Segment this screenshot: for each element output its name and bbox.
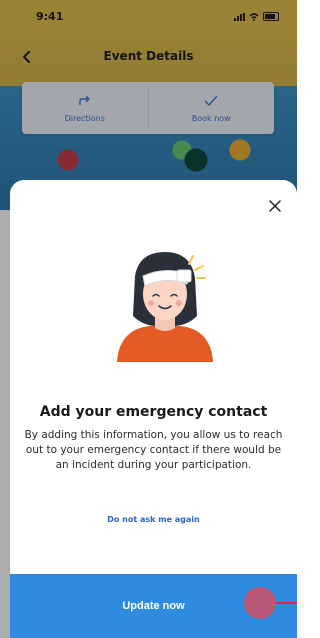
touch-trail <box>276 602 297 604</box>
sheet-title: Add your emergency contact <box>39 404 268 420</box>
touch-indicator <box>244 587 276 619</box>
close-icon <box>269 200 281 212</box>
emergency-contact-sheet: Add your emergency contact By adding thi… <box>10 180 297 638</box>
injured-person-illustration <box>117 252 213 362</box>
close-button[interactable] <box>265 196 285 216</box>
sheet-description: By adding this information, you allow us… <box>24 429 283 471</box>
dont-ask-again-link[interactable]: Do not ask me again <box>10 515 297 524</box>
